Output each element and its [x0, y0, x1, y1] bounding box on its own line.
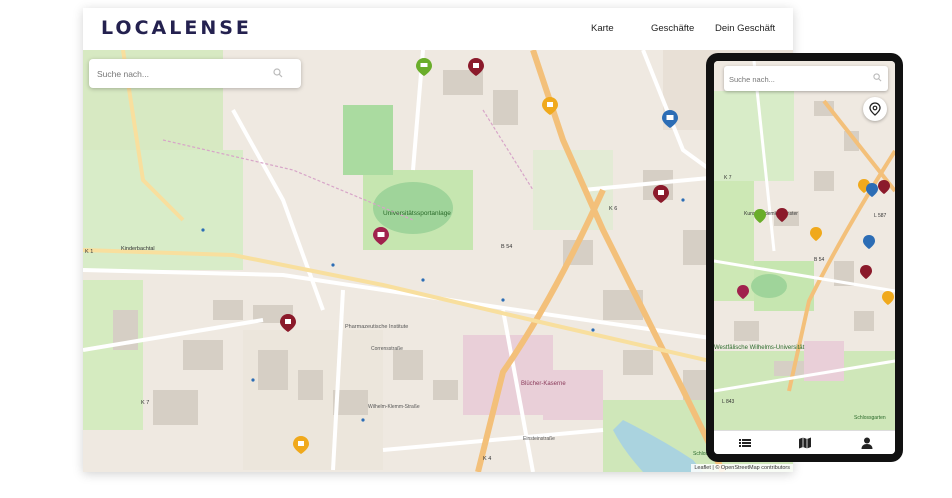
nav-dein-geschaeft[interactable]: Dein Geschäft [715, 23, 775, 34]
label-bluecher-kaserne: Blücher-Kaserne [521, 381, 566, 387]
nav-geschaefte[interactable]: Geschäfte [651, 23, 694, 34]
locate-me-button[interactable] [863, 97, 887, 121]
label-b54: B 54 [501, 244, 512, 250]
top-navigation-bar: LOCALENSE Karte Geschäfte Dein Geschäft [83, 8, 793, 50]
label-einsteinstrasse: Einsteinstraße [523, 436, 555, 442]
label-universitaetssportanlage: Universitätssportanlage [383, 210, 451, 217]
search-placeholder: Suche nach... [97, 69, 149, 79]
label-kinderbachtal: Kinderbachtal [121, 246, 155, 252]
mobile-label-muenster: Kunstakademie Münster [744, 211, 798, 217]
desktop-window: LOCALENSE Karte Geschäfte Dein Geschäft [83, 8, 793, 472]
label-k6: K 6 [609, 206, 617, 212]
label-k1: K 1 [85, 249, 93, 255]
mobile-bottom-navigation [714, 430, 895, 454]
mobile-label-schlossgarten: Schlossgarten [854, 415, 886, 421]
mobile-screen: Kunstakademie Münster Westfälische Wilhe… [714, 61, 895, 454]
user-icon[interactable] [860, 436, 874, 450]
search-icon[interactable] [873, 73, 882, 82]
search-icon[interactable] [273, 68, 283, 78]
list-icon[interactable] [738, 436, 752, 450]
label-pharmazeutische-institute: Pharmazeutische Institute [345, 324, 408, 330]
map-canvas[interactable]: Universitätssportanlage Blücher-Kaserne … [83, 50, 793, 472]
location-pin-icon [869, 102, 881, 116]
mobile-search-placeholder: Suche nach... [729, 75, 775, 84]
mobile-label-l587: L 587 [874, 213, 887, 219]
mobile-label-university: Westfälische Wilhelms-Universität [714, 345, 805, 351]
mobile-label-k7: K 7 [724, 175, 732, 181]
label-k7: K 7 [141, 400, 149, 406]
localense-logo[interactable]: LOCALENSE [101, 17, 252, 39]
map-icon[interactable] [798, 436, 812, 450]
mobile-phone-frame: Kunstakademie Münster Westfälische Wilhe… [706, 53, 903, 462]
mobile-search-input[interactable]: Suche nach... [724, 66, 888, 91]
search-input[interactable]: Suche nach... [89, 59, 301, 88]
nav-karte[interactable]: Karte [591, 23, 614, 34]
mobile-label-b54: B 54 [814, 257, 825, 263]
label-k4: K 4 [483, 456, 491, 462]
map-attribution[interactable]: Leaflet | © OpenStreetMap contributors [691, 464, 793, 472]
label-corrensstrasse: Corrensstraße [371, 346, 403, 352]
label-wilhelm-klemm-strasse: Wilhelm-Klemm-Straße [368, 404, 420, 410]
mobile-label-l843: L 843 [722, 399, 735, 405]
